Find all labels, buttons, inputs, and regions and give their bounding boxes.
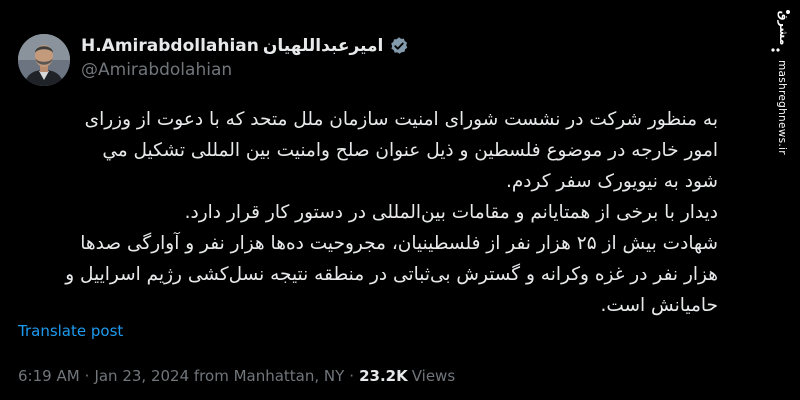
tweet-date-location[interactable]: Jan 23, 2024 from Manhattan, NY [94, 367, 344, 385]
translate-post-link[interactable]: Translate post [18, 322, 123, 340]
svg-text:مشرق: مشرق [777, 11, 790, 46]
tweet-line: حامیانش است. [600, 295, 718, 316]
tweet-line: دیدار با برخی از همتایانم و مقامات بین‌ا… [184, 202, 718, 223]
tweet-text: به منظور شرکت در نشست شورای امنیت سازمان… [20, 104, 718, 321]
tweet-meta: 6:19 AM · Jan 23, 2024 from Manhattan, N… [18, 365, 455, 387]
avatar[interactable] [18, 34, 70, 86]
verified-badge-icon [389, 36, 409, 56]
author-display-name-persian[interactable]: امیرعبداللهیان [263, 36, 383, 56]
author-display-name-latin[interactable]: H.Amirabdollahian [81, 36, 259, 56]
watermark-url: mashreghnews.ir [776, 60, 788, 155]
mashregh-logo-icon: مشرق [771, 10, 790, 52]
views-count[interactable]: 23.2K [359, 367, 408, 385]
meta-separator: · [84, 367, 90, 385]
tweet-line: به منظور شرکت در نشست شورای امنیت سازمان… [84, 109, 718, 130]
tweet-line: امور خارجه در موضوع فلسطین و ذیل عنوان ص… [102, 140, 718, 161]
tweet-screenshot: H.Amirabdollahian امیرعبداللهیان @Amirab… [0, 0, 800, 400]
tweet-line: هزار نفر در غزه وکرانه و گسترش بی‌ثباتی … [65, 264, 718, 285]
watermark: مشرق mashreghnews.ir [762, 0, 800, 400]
tweet-time[interactable]: 6:19 AM [18, 367, 80, 385]
meta-separator: · [349, 367, 355, 385]
views-label: Views [411, 367, 456, 385]
author-handle[interactable]: @Amirabdolahian [81, 60, 232, 80]
tweet-line: شود به نیویورک سفر کردم. [505, 171, 718, 192]
tweet-line: شهادت بیش از ۲۵ هزار نفر از فلسطینیان، م… [80, 233, 718, 254]
profile-photo-icon [18, 34, 70, 86]
author-name-row[interactable]: H.Amirabdollahian امیرعبداللهیان [81, 34, 409, 58]
